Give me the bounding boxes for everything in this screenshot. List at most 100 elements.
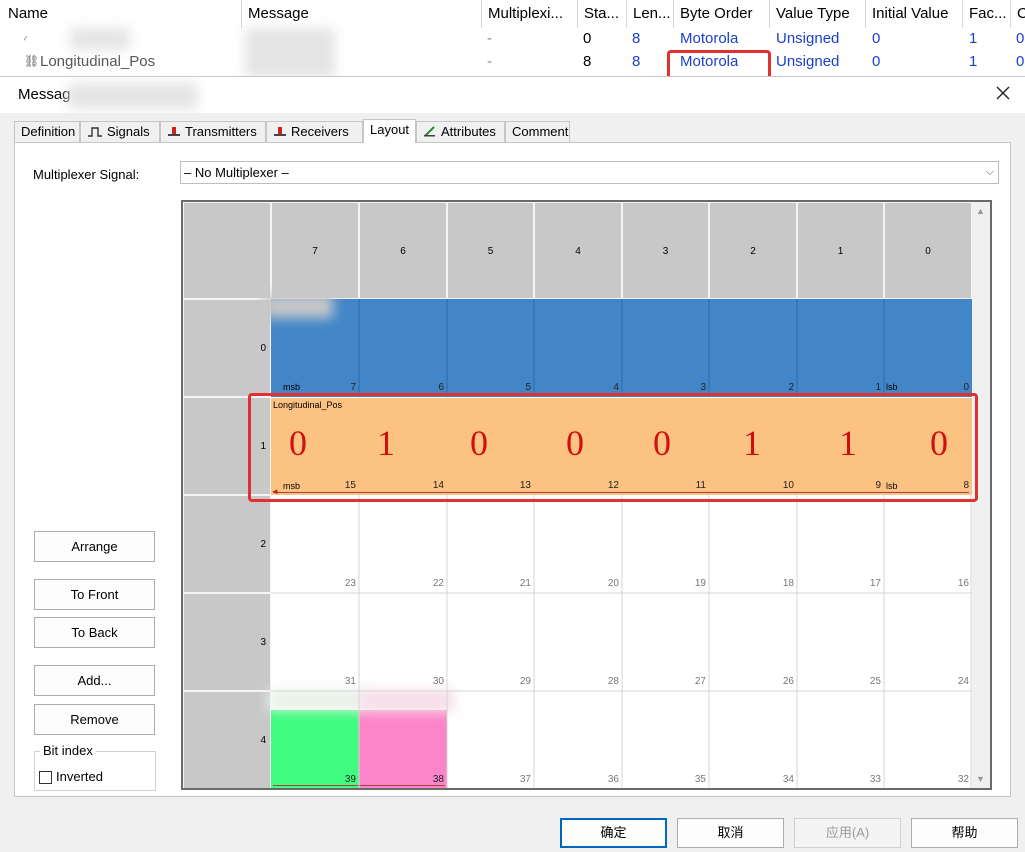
bit-number: 18 xyxy=(782,578,794,589)
bit-number: 36 xyxy=(607,774,619,785)
cell-value-type[interactable]: Unsigned xyxy=(776,50,839,73)
remove-button[interactable]: Remove xyxy=(34,704,155,735)
grid-corner xyxy=(183,202,271,299)
col-header-bit: 5 xyxy=(447,202,534,299)
cell-multiplex: - xyxy=(487,53,492,70)
cell-offset[interactable]: 0 xyxy=(1016,27,1024,50)
bit-number: 6 xyxy=(438,382,444,393)
tab-label: Receivers xyxy=(291,124,349,139)
bit-number: 19 xyxy=(694,578,706,589)
receiver-icon xyxy=(273,124,287,143)
cell-value-type[interactable]: Unsigned xyxy=(776,27,839,50)
cell-offset[interactable]: 0 xyxy=(1016,50,1024,73)
tab-transmitters[interactable]: Transmitters xyxy=(160,121,266,142)
tab-layout[interactable]: Layout xyxy=(363,119,416,143)
multiplexer-select[interactable]: – No Multiplexer – ⌵ xyxy=(180,161,999,184)
multiplexer-label: Multiplexer Signal: xyxy=(33,167,140,182)
tab-signals[interactable]: Signals xyxy=(80,121,160,142)
dialog-title: Messag xyxy=(18,86,71,103)
col-header-byte-order[interactable]: Byte Order xyxy=(673,0,769,28)
arrange-button[interactable]: Arrange xyxy=(34,531,155,562)
to-back-button[interactable]: To Back xyxy=(34,617,155,648)
close-button[interactable] xyxy=(991,83,1015,107)
tab-label: Attributes xyxy=(441,124,496,139)
bit-number: 24 xyxy=(957,676,969,687)
col-header-message[interactable]: Message xyxy=(241,0,481,28)
bit-number: 0 xyxy=(963,382,969,393)
bit-number: 27 xyxy=(694,676,706,687)
col-header-initial-value[interactable]: Initial Value xyxy=(865,0,962,28)
cell-initial-value[interactable]: 0 xyxy=(872,27,880,50)
col-header-bit: 6 xyxy=(359,202,447,299)
bit-number: 5 xyxy=(525,382,531,393)
transmitter-icon xyxy=(167,124,181,143)
cell-factor[interactable]: 1 xyxy=(969,50,977,73)
signal-icon: ⛓ xyxy=(24,54,40,68)
cell-factor[interactable]: 1 xyxy=(969,27,977,50)
tab-label: Definition xyxy=(21,124,76,139)
redacted-title xyxy=(68,83,198,109)
row-icon: ⁄ xyxy=(24,35,26,46)
bit-number: 39 xyxy=(344,774,356,785)
col-header-value-type[interactable]: Value Type xyxy=(769,0,865,28)
tab-label: Comment xyxy=(512,124,569,139)
dialog-titlebar[interactable]: Messag xyxy=(0,77,1025,113)
bit-number: 37 xyxy=(519,774,531,785)
bit-number: 30 xyxy=(432,676,444,687)
add-button[interactable]: Add... xyxy=(34,665,155,696)
cell-initial-value[interactable]: 0 xyxy=(872,50,880,73)
tab-label: Signals xyxy=(107,124,150,139)
tab-attributes[interactable]: Attributes xyxy=(416,121,505,142)
bit-number: 21 xyxy=(519,578,531,589)
ok-button[interactable]: 确定 xyxy=(560,818,667,848)
bit-number: 33 xyxy=(869,774,881,785)
col-header-bit: 3 xyxy=(622,202,709,299)
apply-button[interactable]: 应用(A) xyxy=(794,818,901,848)
tab-definition[interactable]: Definition xyxy=(14,121,80,142)
scroll-down-icon[interactable]: ▼ xyxy=(976,774,985,784)
bit-index-group: Bit index Inverted xyxy=(34,743,156,791)
bit-number: 20 xyxy=(607,578,619,589)
bit-number: 35 xyxy=(694,774,706,785)
bit-index-label: Bit index xyxy=(40,743,96,758)
col-header-name[interactable]: Name xyxy=(0,0,241,28)
bit-number: 3 xyxy=(700,382,706,393)
row-header-byte: 2 xyxy=(183,495,271,593)
bit-number: 2 xyxy=(788,382,794,393)
bit-number: 25 xyxy=(869,676,881,687)
multiplexer-value: – No Multiplexer – xyxy=(184,165,289,180)
bit-number: 38 xyxy=(432,774,444,785)
message-dialog: Messag Definition Signals Transmitters R… xyxy=(0,76,1025,852)
col-header-offset[interactable]: C xyxy=(1010,0,1025,28)
bit-number: 17 xyxy=(869,578,881,589)
bit-number: 32 xyxy=(957,774,969,785)
bit-number: 4 xyxy=(613,382,619,393)
cell-start: 0 xyxy=(583,30,592,47)
cancel-button[interactable]: 取消 xyxy=(677,818,784,848)
signal-table: Name Message Multiplexi... Sta... Len...… xyxy=(0,0,1025,83)
tab-receivers[interactable]: Receivers xyxy=(266,121,363,142)
tab-comment[interactable]: Comment xyxy=(505,121,570,142)
redacted-message xyxy=(245,28,335,78)
col-header-start[interactable]: Sta... xyxy=(577,0,626,28)
close-icon xyxy=(996,86,1010,100)
cell-length: 8 xyxy=(632,30,641,47)
cell-name[interactable]: Longitudinal_Pos xyxy=(40,50,155,73)
col-header-multiplex[interactable]: Multiplexi... xyxy=(481,0,577,28)
to-front-button[interactable]: To Front xyxy=(34,579,155,610)
cell-length: 8 xyxy=(632,53,641,70)
scroll-up-icon[interactable]: ▲ xyxy=(976,206,985,216)
inverted-label[interactable]: Inverted xyxy=(56,769,103,784)
row-header-byte: 0 xyxy=(183,299,271,397)
col-header-bit: 1 xyxy=(797,202,884,299)
help-button[interactable]: 帮助 xyxy=(911,818,1018,848)
grid-lines xyxy=(271,299,972,788)
col-header-factor[interactable]: Fac... xyxy=(962,0,1010,28)
bit-number: 23 xyxy=(344,578,356,589)
inverted-checkbox[interactable] xyxy=(39,771,52,784)
col-header-length[interactable]: Len... xyxy=(626,0,673,28)
bit-number: 28 xyxy=(607,676,619,687)
cell-byte-order[interactable]: Motorola xyxy=(680,27,738,50)
annotation-row-highlight xyxy=(248,393,978,502)
bit-number: 31 xyxy=(344,676,356,687)
